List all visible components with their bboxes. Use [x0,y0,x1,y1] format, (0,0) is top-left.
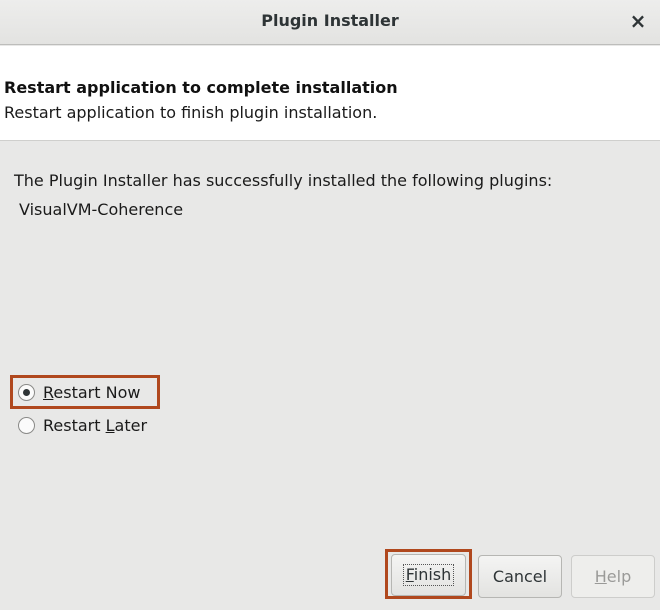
help-label: Help [594,567,632,586]
header-panel: Restart application to complete installa… [0,46,660,141]
window-title: Plugin Installer [261,11,399,30]
help-button: Help [571,555,655,598]
restart-later-radio[interactable] [18,416,35,434]
restart-now-label: Restart Now [43,382,141,402]
header-title: Restart application to complete installa… [4,78,398,97]
cancel-button[interactable]: Cancel [478,555,562,598]
finish-label: Finish [402,564,455,586]
title-bar: Plugin Installer × [0,0,660,45]
close-icon[interactable]: × [628,9,648,33]
restart-now-radio[interactable] [18,383,35,401]
restart-later-option[interactable]: Restart Later [18,413,147,437]
install-message: The Plugin Installer has successfully in… [14,171,553,190]
finish-button[interactable]: Finish [391,554,466,596]
restart-later-label: Restart Later [43,415,148,435]
header-subtitle: Restart application to finish plugin ins… [4,103,378,122]
plugin-list-item: VisualVM-Coherence [19,200,184,219]
restart-now-option[interactable]: Restart Now [18,380,140,404]
